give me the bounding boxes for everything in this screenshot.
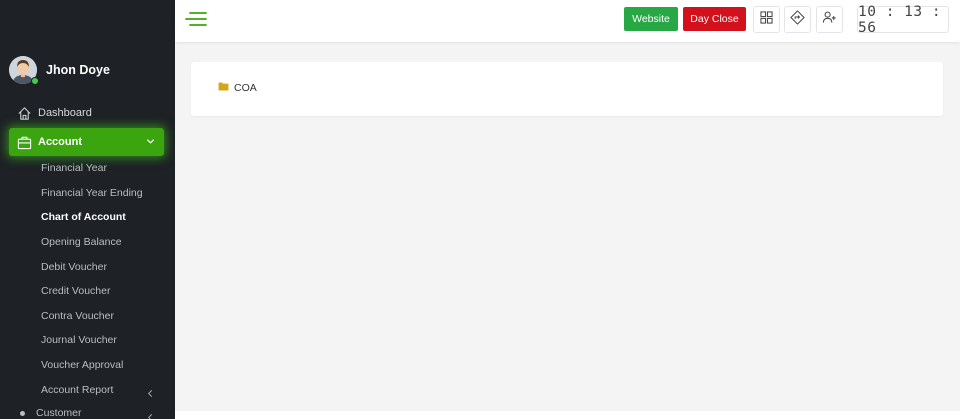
tree-node-label: COA	[234, 82, 257, 94]
folder-icon	[218, 82, 229, 94]
submenu-credit-voucher[interactable]: Credit Voucher	[41, 285, 110, 297]
submenu-financial-year-ending[interactable]: Financial Year Ending	[41, 187, 143, 199]
directions-button[interactable]	[784, 6, 811, 33]
submenu-opening-balance[interactable]: Opening Balance	[41, 236, 122, 248]
user-profile[interactable]: Jhon Doye	[9, 56, 110, 89]
add-user-button[interactable]	[816, 6, 843, 33]
submenu-financial-year[interactable]: Financial Year	[41, 162, 107, 174]
submenu-voucher-approval[interactable]: Voucher Approval	[41, 359, 123, 371]
home-icon	[16, 105, 32, 121]
submenu-chart-of-account[interactable]: Chart of Account	[41, 211, 126, 223]
chevron-left-icon	[146, 409, 154, 419]
online-status-dot	[31, 77, 39, 85]
menu-toggle-icon[interactable]	[185, 11, 207, 27]
directions-icon	[790, 9, 805, 30]
grid-icon	[760, 10, 773, 29]
day-close-button[interactable]: Day Close	[683, 7, 746, 31]
chevron-down-icon	[146, 137, 155, 149]
sidebar-item-label: Account	[38, 136, 82, 148]
top-header: Website Day Close 10 : 13 : 56	[175, 0, 960, 42]
user-plus-icon	[822, 10, 837, 29]
submenu-journal-voucher[interactable]: Journal Voucher	[41, 334, 117, 346]
avatar	[9, 56, 39, 89]
bullet-icon	[20, 410, 25, 416]
submenu-account-report[interactable]: Account Report	[41, 384, 113, 396]
submenu-contra-voucher[interactable]: Contra Voucher	[41, 310, 114, 322]
website-button[interactable]: Website	[624, 7, 678, 31]
footer-bar	[175, 411, 960, 419]
briefcase-icon	[16, 134, 32, 150]
sidebar: Jhon Doye Dashboard Account Financial Ye…	[0, 0, 175, 419]
user-name: Jhon Doye	[46, 63, 110, 77]
submenu-debit-voucher[interactable]: Debit Voucher	[41, 261, 107, 273]
grid-button[interactable]	[753, 6, 780, 33]
sidebar-item-label: Customer	[36, 407, 82, 419]
sidebar-item-label: Dashboard	[38, 107, 92, 119]
digital-clock: 10 : 13 : 56	[857, 4, 949, 36]
sidebar-item-account[interactable]: Account	[9, 128, 164, 156]
chevron-left-icon	[146, 385, 154, 403]
coa-tree-card: COA	[191, 62, 943, 116]
tree-node-coa[interactable]: COA	[218, 82, 257, 94]
sidebar-item-dashboard[interactable]: Dashboard	[9, 99, 164, 127]
sidebar-item-customer[interactable]: Customer	[20, 407, 82, 419]
